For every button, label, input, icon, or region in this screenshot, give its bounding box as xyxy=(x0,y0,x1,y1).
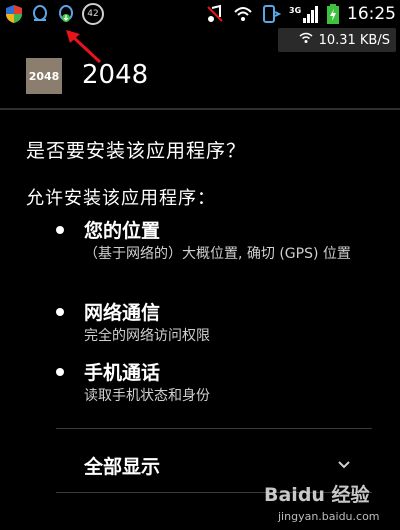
status-bar-left: 42 xyxy=(4,3,104,25)
clock: 16:25 xyxy=(347,4,396,24)
permission-title: 您的位置 xyxy=(84,220,161,242)
baidu-watermark: Baidu 经验 jingyan.baidu.com xyxy=(264,476,394,528)
list-divider xyxy=(56,428,372,429)
install-question: 是否要安装该应用程序？ xyxy=(26,140,247,162)
network-speed: 10.31 KB/S xyxy=(318,32,390,48)
permission-description: （基于网络的）大概位置, 确切 (GPS) 位置 xyxy=(84,246,351,262)
status-bar-right: 3G 16:25 xyxy=(205,3,396,25)
bullet-icon xyxy=(56,368,64,376)
phone-signal-icon xyxy=(261,4,282,24)
permission-item-network: 网络通信 完全的网络访问权限 xyxy=(56,298,376,346)
network-speed-indicator: 10.31 KB/S xyxy=(278,28,396,52)
permission-title: 手机通话 xyxy=(84,362,161,384)
permission-title: 网络通信 xyxy=(84,302,161,324)
battery-charging-icon xyxy=(327,4,339,24)
watermark-sub: jingyan.baidu.com xyxy=(278,510,380,523)
show-all-label: 全部显示 xyxy=(84,456,161,478)
permission-heading: 允许安装该应用程序： xyxy=(26,188,216,209)
wifi-small-icon xyxy=(299,32,313,48)
app-icon: 2048 xyxy=(26,58,62,94)
notification-count-icon: 42 xyxy=(82,3,104,25)
watermark-main: Baidu 经验 xyxy=(264,484,370,506)
permission-description: 读取手机状态和身份 xyxy=(84,388,210,404)
download-penguin-icon xyxy=(56,4,76,24)
signal-label: 3G xyxy=(289,6,301,15)
app-icon-text: 2048 xyxy=(28,69,60,83)
app-header: 2048 2048 xyxy=(0,52,400,100)
status-bar: 42 3G 16:25 xyxy=(0,0,400,28)
bullet-icon xyxy=(56,226,64,234)
permission-description: 完全的网络访问权限 xyxy=(84,328,210,344)
permission-item-location: 您的位置 （基于网络的）大概位置, 确切 (GPS) 位置 xyxy=(56,216,376,286)
qq-penguin-icon xyxy=(30,4,50,24)
app-name: 2048 xyxy=(82,60,149,90)
header-divider xyxy=(0,108,400,110)
notification-count: 42 xyxy=(87,9,99,19)
3g-signal-icon: 3G xyxy=(289,4,319,24)
permission-item-phone: 手机通话 读取手机状态和身份 xyxy=(56,358,376,406)
chevron-down-icon xyxy=(338,461,350,469)
bullet-icon xyxy=(56,308,64,316)
music-muted-icon xyxy=(205,4,225,24)
wifi-icon xyxy=(233,4,253,24)
shield-icon xyxy=(4,4,24,24)
